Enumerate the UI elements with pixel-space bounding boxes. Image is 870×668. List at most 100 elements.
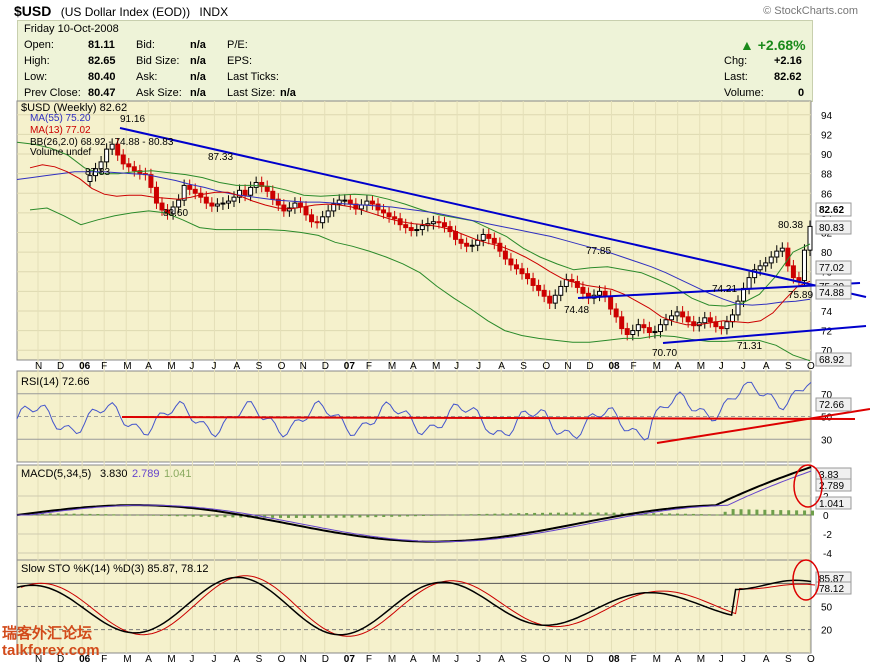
candle-body: [176, 199, 182, 208]
macd-hist-bar: [572, 512, 576, 516]
candle-body: [430, 221, 436, 225]
month-label-bottom: J: [454, 654, 459, 665]
month-label: D: [322, 361, 329, 372]
macd-hist-bar: [604, 512, 608, 516]
candle-body: [347, 199, 353, 205]
candle-body: [414, 229, 420, 232]
candle-body: [779, 247, 785, 252]
candle-body: [663, 319, 669, 326]
candle-body: [768, 256, 774, 264]
macd-hist-bar: [151, 515, 155, 516]
candle-body: [225, 200, 231, 204]
candle-body: [392, 216, 398, 220]
candle-body: [126, 163, 132, 168]
month-label-bottom: A: [410, 654, 417, 665]
candle-body: [364, 200, 370, 206]
candle-body: [469, 244, 475, 247]
macd-value-label: 1.041: [819, 499, 844, 510]
candle-body: [131, 166, 137, 172]
month-label: F: [366, 361, 372, 372]
candle-body: [491, 237, 497, 244]
macd-hist-bar: [414, 515, 417, 517]
month-label: D: [57, 361, 64, 372]
candle-body: [635, 324, 641, 332]
month-label: 08: [608, 361, 620, 372]
right-value-label: 80.83: [819, 223, 844, 234]
macd-hist-bar: [755, 509, 759, 516]
legend-sto: Slow STO %K(14) %D(3) 85.87, 78.12: [21, 563, 209, 575]
macd-hist-bar: [358, 515, 362, 518]
candle-body: [253, 181, 259, 188]
candle-body: [536, 284, 542, 291]
y-tick-label: 94: [821, 111, 833, 122]
month-label-bottom: M: [388, 654, 396, 665]
month-label: A: [675, 361, 682, 372]
month-label-bottom: A: [145, 654, 152, 665]
month-label-bottom: S: [520, 654, 527, 665]
candle-body: [724, 321, 730, 330]
macd-hist-bar: [731, 509, 735, 516]
candle-body: [120, 154, 126, 165]
month-label: J: [741, 361, 746, 372]
month-label: N: [564, 361, 571, 372]
macd-hist-bar: [676, 513, 680, 516]
price-annotation: 87.83: [85, 167, 110, 178]
month-label-bottom: S: [785, 654, 792, 665]
month-label: S: [520, 361, 527, 372]
y-tick-label: 90: [821, 150, 833, 161]
macd-hist-bar: [501, 513, 505, 516]
macd-hist-bar: [771, 509, 775, 516]
macd-hist-bar: [763, 509, 767, 516]
macd-hist-bar: [429, 515, 433, 516]
candle-body: [309, 214, 315, 223]
candle-body: [325, 210, 331, 218]
candle-body: [297, 202, 303, 208]
candle-body: [630, 330, 636, 336]
legend-volume: Volume undef: [30, 147, 91, 158]
macd-hist-bar: [747, 509, 751, 516]
macd-hist-bar: [445, 514, 449, 516]
candle-body: [303, 206, 309, 216]
macd-hist-bar: [739, 509, 743, 516]
candle-body: [104, 148, 110, 163]
candle-body: [746, 277, 752, 289]
y-tick-label: 80: [821, 248, 833, 259]
legend-macd-b: 2.789: [132, 468, 160, 480]
candle-body: [707, 317, 713, 323]
candle-body: [530, 278, 536, 286]
macd-hist-bar: [525, 513, 529, 516]
candle-body: [203, 196, 209, 204]
month-label: F: [101, 361, 107, 372]
candle-body: [436, 221, 442, 224]
price-annotation: 74.48: [564, 305, 589, 316]
legend-macd-c: 1.041: [164, 468, 192, 480]
macd-hist-bar: [564, 512, 568, 516]
right-value-label: 68.92: [819, 355, 844, 366]
macd-hist-bar: [485, 513, 489, 516]
candle-body: [757, 265, 763, 271]
month-label: O: [542, 361, 550, 372]
month-label: A: [410, 361, 417, 372]
candle-body: [608, 295, 614, 310]
candle-body: [248, 186, 254, 196]
macd-hist-bar: [723, 511, 727, 516]
macd-hist-bar: [779, 510, 783, 516]
candle-body: [718, 326, 724, 330]
macd-value-label: 2.789: [819, 481, 844, 492]
candle-body: [613, 308, 619, 318]
candle-body: [369, 200, 375, 205]
candle-body: [702, 317, 708, 324]
macd-hist-bar: [48, 513, 52, 516]
macd-tick-label: -2: [823, 530, 832, 541]
macd-hist-bar: [707, 514, 711, 516]
price-annotation: 91.16: [120, 114, 145, 125]
candle-body: [619, 316, 625, 330]
price-annotation: 87.33: [208, 152, 233, 163]
macd-hist-bar: [271, 515, 275, 518]
macd-hist-bar: [382, 515, 386, 517]
macd-hist-bar: [596, 512, 600, 516]
month-label: N: [35, 361, 42, 372]
macd-hist-bar: [406, 515, 410, 517]
candle-body: [624, 328, 630, 336]
sto-tick-label: 50: [821, 603, 833, 614]
